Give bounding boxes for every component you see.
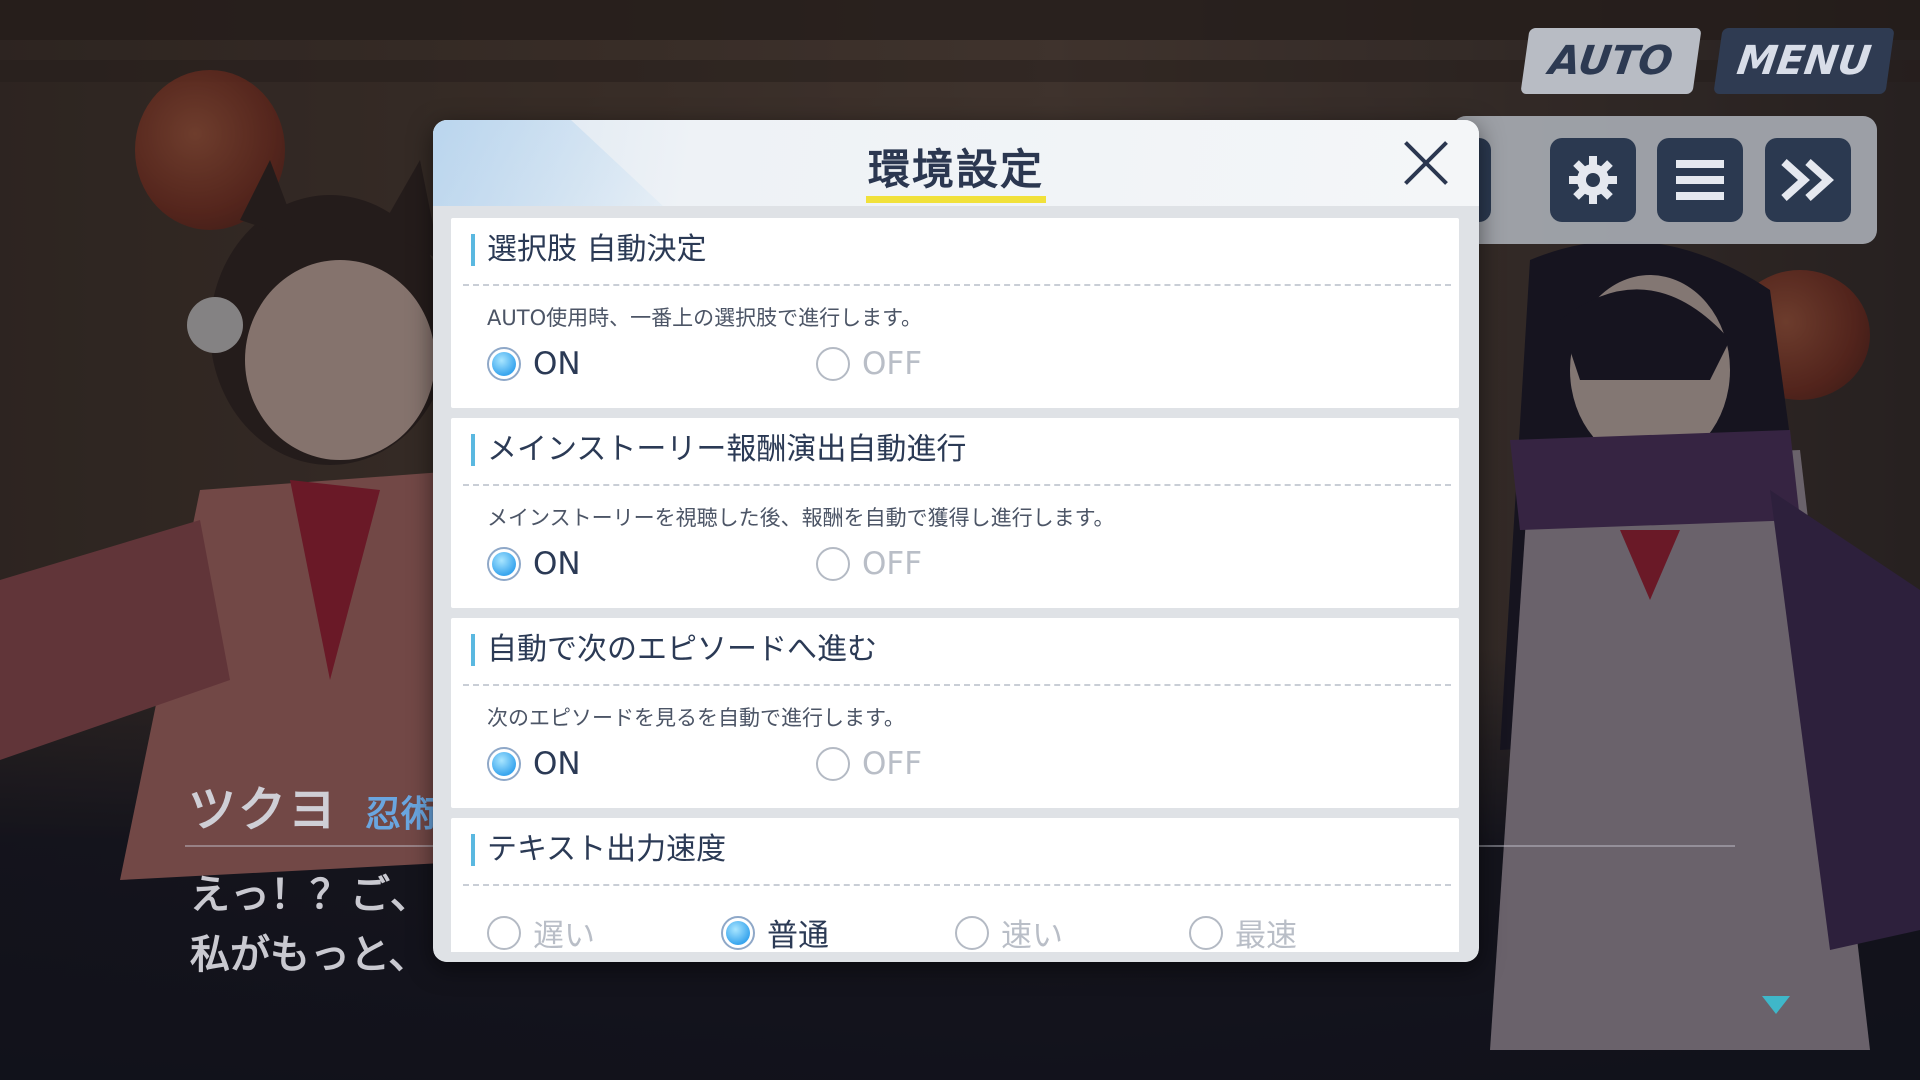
gear-icon [1569, 156, 1617, 204]
setting-description: 次のエピソードを見るを自動で進行します。 [487, 706, 905, 730]
radio-off[interactable]: OFF [816, 346, 922, 382]
next-page-indicator-icon [1762, 996, 1790, 1014]
radio-button-selected [487, 747, 521, 781]
radio-button [816, 347, 850, 381]
radio-label: OFF [862, 346, 923, 382]
dialogue-line: 私がもっと、 [190, 932, 429, 978]
radio-label: ON [533, 746, 581, 782]
menu-button-label: MENU [1734, 38, 1874, 84]
radio-on[interactable]: ON [487, 746, 581, 782]
dashed-divider [463, 284, 1451, 286]
radio-speed-fast[interactable]: 速い [955, 910, 1063, 955]
setting-text-speed: テキスト出力速度 遅い 普通 速い 最速 [451, 818, 1459, 956]
settings-button[interactable] [1550, 138, 1636, 222]
dialog-bottom-edge [433, 952, 1479, 962]
auto-button[interactable]: AUTO [1520, 28, 1702, 94]
dashed-divider [463, 484, 1451, 486]
radio-button-selected [721, 915, 755, 950]
radio-speed-normal[interactable]: 普通 [721, 910, 829, 955]
radio-button [816, 547, 850, 581]
setting-description: メインストーリーを視聴した後、報酬を自動で獲得し進行します。 [487, 506, 1115, 530]
radio-button [955, 915, 989, 950]
radio-label: 普通 [767, 918, 829, 954]
radio-on[interactable]: ON [487, 546, 581, 582]
close-icon[interactable] [1401, 138, 1451, 188]
title-underline [866, 196, 1046, 203]
radio-label: OFF [862, 546, 923, 582]
radio-label: OFF [862, 746, 923, 782]
radio-button-selected [487, 547, 521, 581]
setting-choice-auto-select: 選択肢 自動決定 AUTO使用時、一番上の選択肢で進行します。 ON OFF [451, 218, 1459, 408]
speaker-name: ツクヨ [188, 782, 339, 838]
radio-label: ON [533, 546, 581, 582]
radio-speed-fastest[interactable]: 最速 [1189, 910, 1297, 955]
radio-button [1189, 915, 1223, 950]
log-button[interactable] [1657, 138, 1743, 222]
radio-button [816, 747, 850, 781]
log-list-icon [1676, 160, 1724, 200]
setting-title: メインストーリー報酬演出自動進行 [471, 434, 966, 466]
radio-speed-slow[interactable]: 遅い [487, 910, 595, 955]
setting-title: 選択肢 自動決定 [471, 234, 707, 266]
radio-off[interactable]: OFF [816, 546, 922, 582]
dashed-divider [463, 684, 1451, 686]
dialog-header: 環境設定 [433, 120, 1479, 206]
menu-button[interactable]: MENU [1713, 28, 1895, 94]
dialogue-line: えっ！？ご、 [190, 872, 430, 918]
radio-button [487, 915, 521, 950]
skip-button[interactable] [1765, 138, 1851, 222]
radio-label: 遅い [533, 918, 595, 954]
setting-auto-next-episode: 自動で次のエピソードへ進む 次のエピソードを見るを自動で進行します。 ON OF… [451, 618, 1459, 808]
setting-title: 自動で次のエピソードへ進む [471, 634, 877, 666]
setting-reward-auto-advance: メインストーリー報酬演出自動進行 メインストーリーを視聴した後、報酬を自動で獲得… [451, 418, 1459, 608]
auto-button-label: AUTO [1546, 38, 1676, 84]
speaker-title: 忍術 [365, 794, 438, 835]
radio-off[interactable]: OFF [816, 746, 922, 782]
setting-description: AUTO使用時、一番上の選択肢で進行します。 [487, 306, 922, 330]
settings-scroll-area[interactable]: 選択肢 自動決定 AUTO使用時、一番上の選択肢で進行します。 ON OFF メ… [443, 218, 1469, 956]
radio-label: 最速 [1235, 918, 1297, 954]
radio-on[interactable]: ON [487, 346, 581, 382]
radio-label: 速い [1001, 918, 1063, 954]
radio-button-selected [487, 347, 521, 381]
setting-title: テキスト出力速度 [471, 834, 726, 866]
dialog-title: 環境設定 [867, 145, 1044, 194]
dialogue-text[interactable]: えっ！？ご、 私がもっと、 [190, 865, 430, 985]
fast-forward-icon [1781, 159, 1834, 201]
dashed-divider [463, 884, 1451, 886]
settings-dialog: 環境設定 選択肢 自動決定 AUTO使用時、一番上の選択肢で進行します。 ON … [433, 120, 1479, 962]
radio-label: ON [533, 346, 581, 382]
